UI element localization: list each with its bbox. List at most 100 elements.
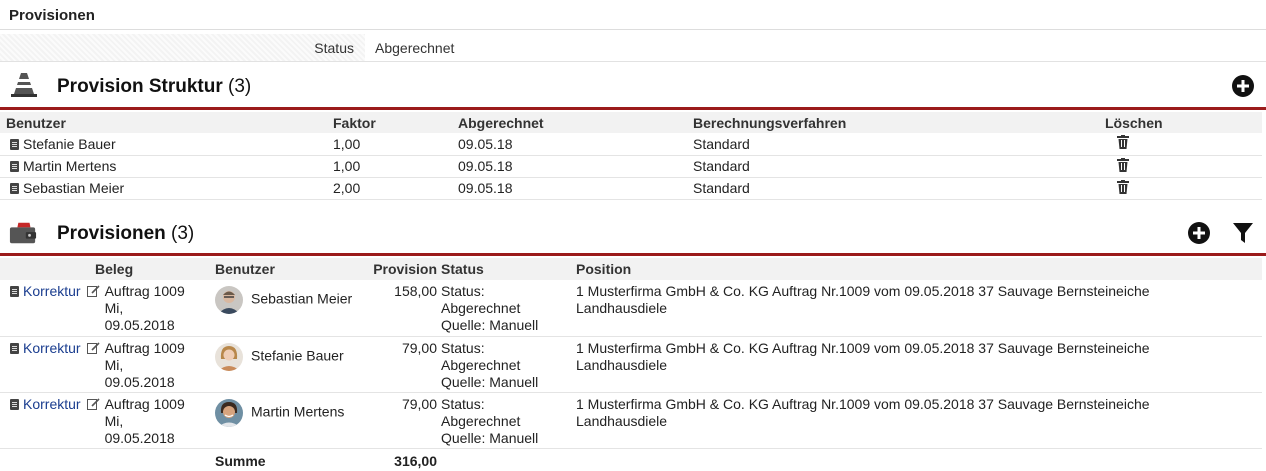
table-row: Korrektur Auftrag 1009 Mi, 09.05.2018 Se…: [0, 280, 1262, 337]
col-abgerechnet: Abgerechnet: [458, 112, 693, 133]
provision-quelle: Quelle: Manuell: [441, 429, 539, 446]
provision-position: 1 Musterfirma GmbH & Co. KG Auftrag Nr.1…: [576, 395, 1150, 412]
provisionen-table-header: Beleg Benutzer Provision Status Position: [0, 258, 1262, 280]
struktur-section-title: Provision Struktur (3): [57, 76, 251, 98]
table-row: Martin Mertens 1,00 09.05.18 Standard: [0, 155, 1262, 178]
provisionen-accent-rule: [0, 253, 1266, 256]
traffic-cone-icon: [11, 73, 37, 97]
avatar: [215, 286, 243, 314]
provision-benutzer: Stefanie Bauer: [251, 347, 344, 364]
filter-icon[interactable]: [1232, 221, 1254, 245]
beleg-auftrag[interactable]: Auftrag 1009: [105, 340, 185, 357]
beleg-tag: Mi,: [104, 412, 124, 429]
struktur-table-header: Benutzer Faktor Abgerechnet Berechnungsv…: [0, 112, 1262, 133]
avatar: [215, 398, 243, 427]
document-icon[interactable]: [10, 286, 19, 297]
document-icon[interactable]: [10, 138, 19, 150]
wallet-icon: [9, 222, 37, 244]
trash-icon[interactable]: [1117, 135, 1129, 150]
col-benutzer: Benutzer: [215, 258, 363, 280]
struktur-accent-rule: [0, 107, 1266, 110]
col-status: Status: [441, 258, 576, 280]
document-icon[interactable]: [10, 398, 19, 410]
summe-label: Summe: [215, 452, 266, 469]
provision-benutzer: Martin Mertens: [251, 403, 345, 420]
status-row: Status Abgerechnet: [0, 34, 1266, 61]
beleg-tag: Mi,: [104, 356, 124, 373]
summe-value: 316,00: [394, 452, 437, 469]
beleg-datum: 09.05.2018: [104, 373, 175, 390]
provisionen-title-text: Provisionen: [57, 223, 166, 244]
col-faktor: Faktor: [333, 112, 458, 133]
title-divider: [0, 29, 1266, 30]
beleg-auftrag[interactable]: Auftrag 1009: [105, 396, 185, 413]
provisionen-table: Beleg Benutzer Provision Status Position…: [0, 258, 1262, 470]
struktur-verfahren: Standard: [693, 155, 1105, 178]
beleg-tag: Mi,: [104, 300, 124, 316]
provision-benutzer: Sebastian Meier: [251, 290, 353, 307]
provision-position: 1 Musterfirma GmbH & Co. KG Auftrag Nr.1…: [576, 339, 1150, 356]
status-value: Abgerechnet: [375, 40, 455, 56]
table-row: Sebastian Meier 2,00 09.05.18 Standard: [0, 177, 1262, 200]
beleg-datum: 09.05.2018: [104, 429, 175, 446]
provision-status-label: Status:: [441, 339, 485, 356]
provision-quelle: Quelle: Manuell: [441, 317, 539, 333]
provision-status-value: Abgerechnet: [441, 412, 521, 429]
col-position: Position: [576, 258, 1262, 280]
summe-row: Summe 316,00: [0, 448, 1262, 470]
status-divider: [0, 61, 1266, 62]
provisionen-count: (3): [171, 223, 195, 244]
page-title: Provisionen: [9, 7, 95, 24]
col-berechnungsverfahren: Berechnungsverfahren: [693, 112, 1105, 133]
struktur-count: (3): [228, 76, 252, 97]
provisionen-section-header: Provisionen (3): [0, 219, 1266, 249]
korrektur-link[interactable]: Korrektur: [23, 340, 81, 391]
provision-status-value: Abgerechnet: [441, 356, 521, 373]
provision-quelle: Quelle: Manuell: [441, 373, 539, 390]
struktur-benutzer: Martin Mertens: [23, 158, 117, 174]
add-struktur-button[interactable]: [1231, 74, 1255, 98]
struktur-title-text: Provision Struktur: [57, 76, 223, 97]
provision-position: 1 Musterfirma GmbH & Co. KG Auftrag Nr.1…: [576, 283, 1150, 299]
beleg-datum: 09.05.2018: [104, 317, 175, 333]
table-row: Korrektur Auftrag 1009 Mi, 09.05.2018 St…: [0, 336, 1262, 393]
struktur-faktor: 2,00: [333, 177, 458, 200]
document-icon[interactable]: [10, 161, 19, 172]
struktur-benutzer: Sebastian Meier: [23, 180, 125, 196]
trash-icon[interactable]: [1117, 157, 1129, 172]
trash-icon[interactable]: [1117, 179, 1129, 194]
struktur-abgerechnet: 09.05.18: [458, 133, 693, 156]
table-row: Korrektur Auftrag 1009 Mi, 09.05.2018 Ma…: [0, 392, 1262, 449]
provision-betrag: 79,00: [363, 336, 441, 393]
provision-position-cont: Landhausdiele: [576, 300, 668, 316]
struktur-verfahren: Standard: [693, 177, 1105, 200]
provision-betrag: 158,00: [363, 280, 441, 337]
struktur-table: Benutzer Faktor Abgerechnet Berechnungsv…: [0, 112, 1262, 200]
edit-icon[interactable]: [86, 397, 100, 410]
provision-betrag: 79,00: [363, 392, 441, 449]
avatar: [215, 342, 243, 371]
col-loeschen: Löschen: [1105, 112, 1262, 133]
edit-icon[interactable]: [86, 285, 100, 297]
col-beleg: Beleg: [0, 258, 215, 280]
provision-position-cont: Landhausdiele: [576, 356, 668, 373]
col-benutzer: Benutzer: [0, 112, 333, 133]
status-label: Status: [0, 34, 365, 61]
struktur-faktor: 1,00: [333, 155, 458, 178]
provisionen-section-title: Provisionen (3): [57, 223, 194, 245]
document-icon[interactable]: [10, 183, 19, 194]
beleg-auftrag[interactable]: Auftrag 1009: [105, 283, 185, 300]
struktur-benutzer: Stefanie Bauer: [23, 135, 116, 152]
provision-status-label: Status:: [441, 395, 485, 412]
struktur-abgerechnet: 09.05.18: [458, 177, 693, 200]
col-provision: Provision: [363, 258, 441, 280]
struktur-section-header: Provision Struktur (3): [0, 72, 1266, 102]
korrektur-link[interactable]: Korrektur: [23, 283, 81, 334]
add-provision-button[interactable]: [1187, 221, 1211, 245]
document-icon[interactable]: [10, 342, 19, 354]
provision-position-cont: Landhausdiele: [576, 412, 668, 429]
edit-icon[interactable]: [86, 341, 100, 354]
provision-status-label: Status:: [441, 283, 485, 299]
korrektur-link[interactable]: Korrektur: [23, 396, 81, 447]
struktur-faktor: 1,00: [333, 133, 458, 156]
